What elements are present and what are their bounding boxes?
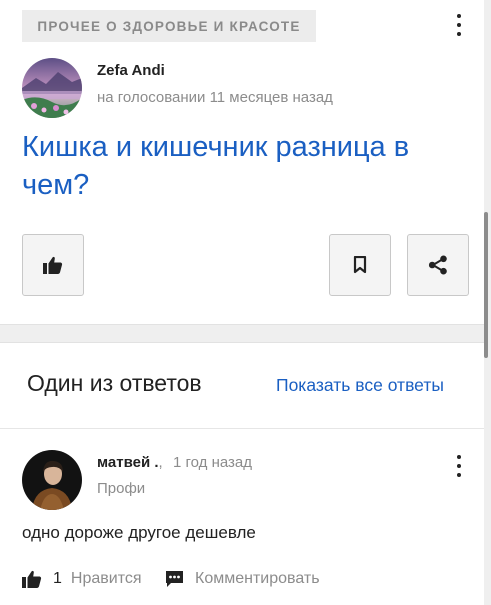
answer-comment-label: Комментировать <box>195 570 320 587</box>
thumbs-up-icon <box>43 256 63 274</box>
share-button[interactable] <box>407 234 469 296</box>
comment-icon <box>166 571 183 587</box>
question-author-avatar[interactable] <box>22 58 82 118</box>
answer-author-avatar[interactable] <box>22 450 82 510</box>
answer-like-label: Нравится <box>70 570 142 587</box>
answer-time: 1 год назад <box>173 454 253 471</box>
show-all-answers-link[interactable]: Показать все ответы <box>276 375 444 396</box>
category-badge[interactable]: ПРОЧЕЕ О ЗДОРОВЬЕ И КРАСОТЕ <box>22 10 316 42</box>
answer-author-rank: Профи <box>97 480 146 497</box>
like-button[interactable] <box>22 234 84 296</box>
scrollbar[interactable] <box>484 212 488 358</box>
answer-like-button[interactable]: 1 Нравится <box>22 568 142 590</box>
bookmark-button[interactable] <box>329 234 391 296</box>
person-avatar-image <box>22 450 82 510</box>
question-meta: на голосовании 11 месяцев назад <box>97 89 333 106</box>
answer-comment-button[interactable]: Комментировать <box>165 568 320 590</box>
question-author-name[interactable]: Zefa Andi <box>97 62 165 79</box>
answers-heading: Один из ответов <box>27 370 202 396</box>
answer-text: одно дороже другое дешевле <box>22 523 256 542</box>
answer-like-count: 1 <box>53 570 62 587</box>
bookmark-icon <box>353 256 367 274</box>
thumbs-up-icon <box>22 570 42 588</box>
question-menu-icon[interactable] <box>449 13 469 39</box>
landscape-avatar-image <box>22 58 82 118</box>
divider <box>0 428 484 429</box>
answer-author-name[interactable]: матвей ., <box>97 454 163 471</box>
share-icon <box>428 255 447 275</box>
answer-menu-icon[interactable] <box>449 454 469 480</box>
question-title[interactable]: Кишка и кишечник разница в чем? <box>22 128 462 204</box>
answer-meta-separator: , <box>158 454 163 471</box>
answer-author-name-text[interactable]: матвей . <box>97 454 159 471</box>
